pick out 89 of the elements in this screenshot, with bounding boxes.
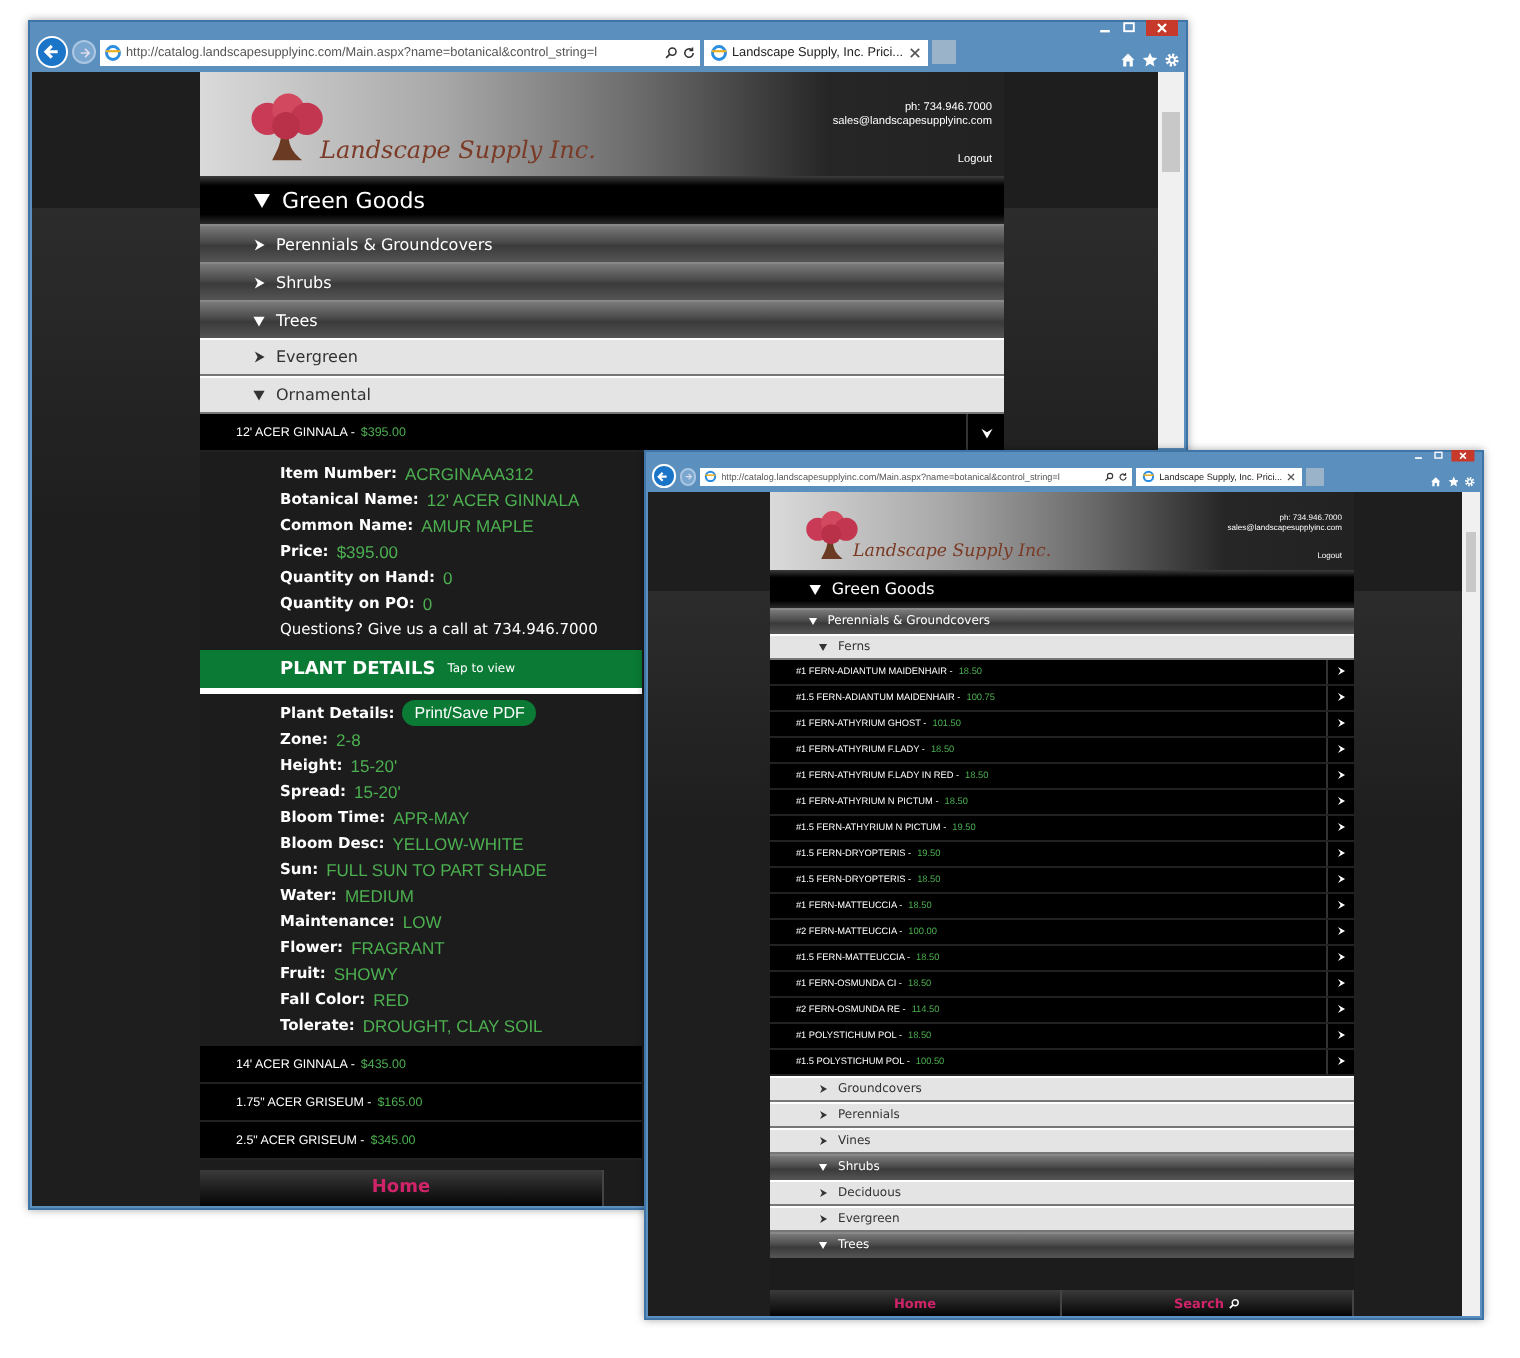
scrollbar[interactable] (1158, 72, 1184, 448)
chevron-right-icon[interactable] (1336, 666, 1347, 677)
close-icon[interactable] (907, 45, 921, 59)
chevron-right-icon[interactable] (1336, 926, 1347, 937)
home-icon[interactable] (1429, 476, 1441, 488)
chevron-down-icon (818, 1162, 829, 1173)
banner-title: PLANT DETAILS (280, 659, 436, 679)
search-icon[interactable] (1104, 471, 1115, 482)
field-value: ACRGINAAA312 (404, 463, 534, 483)
arrow-right-icon (683, 471, 693, 482)
close-icon[interactable] (1286, 471, 1297, 482)
star-icon[interactable] (1447, 476, 1459, 488)
chevron-right-icon (818, 1213, 829, 1224)
chevron-down-icon (818, 641, 829, 652)
field-value: $395.00 (336, 541, 399, 561)
chevron-right-icon (818, 1109, 829, 1120)
maximize-icon[interactable] (1431, 450, 1445, 462)
refresh-icon[interactable] (682, 45, 696, 59)
chevron-right-icon[interactable] (1336, 770, 1347, 781)
field-value: SHOWY (333, 963, 398, 983)
field-value: 12' ACER GINNALA (426, 489, 580, 509)
browser-icon (104, 43, 122, 61)
close-icon[interactable] (1450, 450, 1476, 462)
logo-text: Landscape Supply Inc. (320, 136, 596, 164)
chevron-down-icon[interactable] (979, 425, 993, 439)
field-value: FULL SUN TO PART SHADE (326, 859, 547, 879)
field-value: FRAGRANT (351, 937, 445, 957)
chevron-right-icon[interactable] (1336, 978, 1347, 989)
field-value: 0 (443, 567, 453, 587)
chevron-right-icon[interactable] (1336, 796, 1347, 807)
chevron-down-icon (807, 616, 818, 627)
browser-icon (1142, 470, 1156, 483)
category-row[interactable]: Evergreen (200, 338, 1004, 376)
chevron-right-icon[interactable] (1336, 744, 1347, 755)
field-value: 2-8 (336, 729, 361, 749)
search-icon[interactable] (664, 45, 678, 59)
field-value: APR-MAY (393, 807, 470, 827)
chevron-right-icon[interactable] (1336, 900, 1347, 911)
settings-icon[interactable] (1164, 52, 1180, 68)
close-icon[interactable] (1144, 20, 1180, 36)
chevron-right-icon[interactable] (1336, 1004, 1347, 1015)
field-value: RED (373, 989, 410, 1009)
chevron-right-icon[interactable] (1336, 1030, 1347, 1041)
chevron-right-icon[interactable] (1336, 822, 1347, 833)
field-value: 15-20' (350, 755, 398, 775)
chevron-down-icon (252, 190, 272, 210)
maximize-icon[interactable] (1120, 20, 1138, 36)
home-icon[interactable] (1120, 52, 1136, 68)
chevron-right-icon[interactable] (1336, 848, 1347, 859)
arrow-right-icon (77, 45, 91, 59)
arrow-left-icon (42, 42, 62, 62)
chevron-right-icon[interactable] (1336, 874, 1347, 885)
chevron-right-icon[interactable] (1336, 1056, 1347, 1067)
category-row[interactable]: Trees (200, 300, 1004, 338)
back-button[interactable] (36, 36, 68, 68)
chevron-down-icon (252, 313, 266, 327)
category-row[interactable]: Perennials & Groundcovers (200, 224, 1004, 262)
logo-text: Landscape Supply Inc. (853, 541, 1052, 562)
field-value: YELLOW-WHITE (392, 833, 524, 853)
category-row[interactable]: Shrubs (200, 262, 1004, 300)
refresh-icon[interactable] (1118, 471, 1129, 482)
chevron-right-icon (818, 1135, 829, 1146)
settings-icon[interactable] (1464, 476, 1476, 488)
print-pdf-button[interactable]: Print/Save PDF (402, 700, 537, 726)
chevron-right-icon (252, 275, 266, 289)
field-value: DROUGHT, CLAY SOIL (362, 1015, 543, 1035)
field-value: LOW (402, 911, 442, 931)
chevron-right-icon (252, 237, 266, 251)
chevron-right-icon[interactable] (1336, 952, 1347, 963)
star-icon[interactable] (1142, 52, 1158, 68)
arrow-left-icon (656, 469, 671, 484)
field-value: MEDIUM (344, 885, 414, 905)
field-value: AMUR MAPLE (421, 515, 534, 535)
back-button[interactable] (652, 464, 676, 488)
browser-icon (704, 470, 718, 483)
chevron-right-icon[interactable] (1336, 692, 1347, 703)
search-icon (1228, 1297, 1241, 1310)
field-value: 0 (422, 593, 433, 613)
browser-icon (710, 43, 728, 61)
field-value: 15-20' (354, 781, 401, 801)
chevron-right-icon[interactable] (1336, 718, 1347, 729)
chevron-right-icon (818, 1083, 829, 1094)
category-row[interactable]: Green Goods (200, 176, 1004, 224)
chevron-down-icon (807, 581, 822, 596)
chevron-right-icon (818, 1187, 829, 1198)
chevron-right-icon (252, 350, 266, 364)
chevron-down-icon (818, 1240, 829, 1251)
category-row[interactable]: Ornamental (200, 376, 1004, 414)
chevron-down-icon (252, 388, 266, 402)
